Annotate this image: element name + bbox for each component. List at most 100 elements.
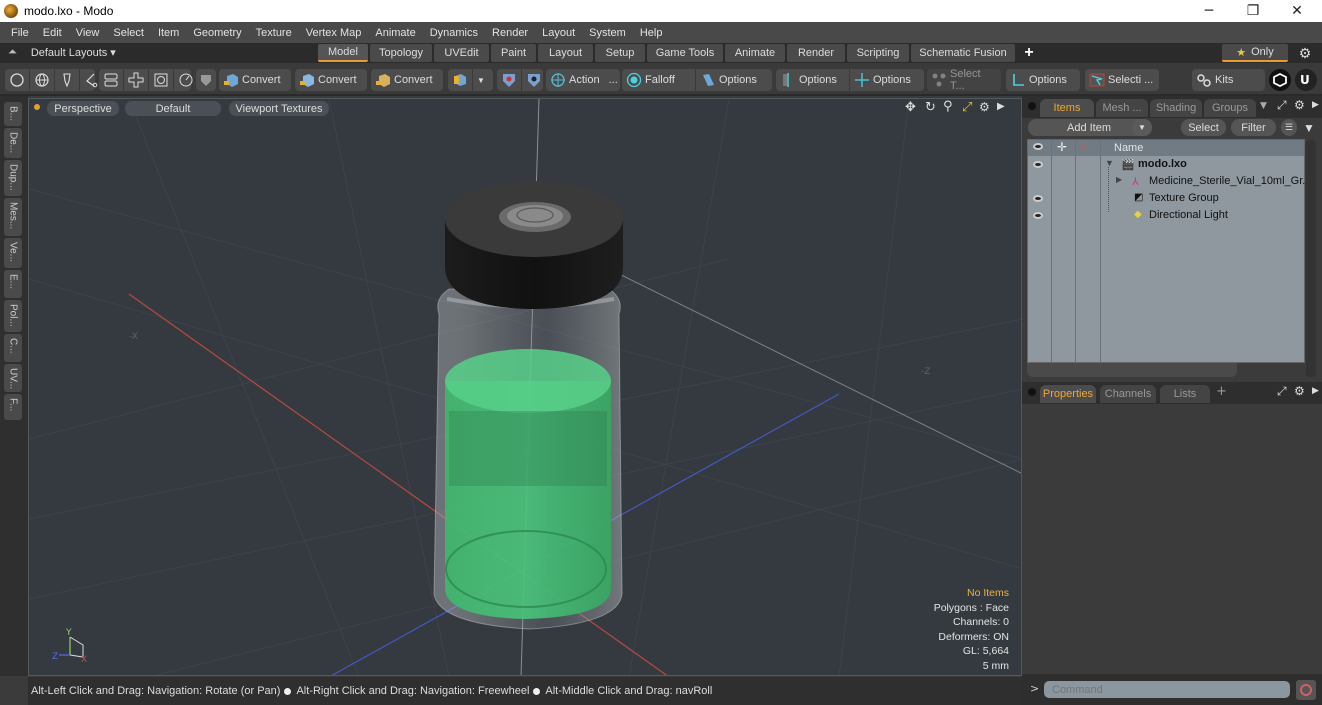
pan-move-icon[interactable]: ✥ [905,100,916,115]
menu-render[interactable]: Render [485,27,535,39]
left-tab-mesh-edit[interactable]: Mes... [4,198,22,236]
pivot-mode-button[interactable] [174,69,198,91]
command-input[interactable] [1044,681,1290,698]
menu-layout[interactable]: Layout [535,27,582,39]
workplane-options-button[interactable]: Options [850,69,915,91]
visibility-eye-icon[interactable] [1033,195,1043,202]
close-button[interactable]: ✕ [1274,0,1320,22]
tab-game-tools[interactable]: Game Tools [647,44,723,62]
tab-mesh[interactable]: Mesh ... [1096,99,1148,117]
left-tab-curve[interactable]: C... [4,334,22,362]
snapping-options-button[interactable]: Options [776,69,850,91]
panel-gear-icon[interactable]: ⚙ [1294,98,1305,112]
selection-sets-button[interactable]: Selecti ... [1085,69,1157,91]
3d-viewport[interactable]: -X -Z Y Z X Perspective Default Viewport… [28,98,1022,676]
left-tab-polygon[interactable]: Pol... [4,300,22,332]
shading-default-button[interactable]: Default [125,101,221,116]
tab-model[interactable]: Model [318,44,368,62]
tab-render[interactable]: Render [787,44,845,62]
menu-vertex-map[interactable]: Vertex Map [299,27,369,39]
restore-button[interactable]: ❐ [1230,0,1276,22]
tab-properties[interactable]: Properties [1040,385,1096,403]
add-layout-tab-button[interactable]: + [1018,44,1040,62]
visibility-eye-icon[interactable] [1033,161,1043,168]
cube-tool-button[interactable] [448,69,473,91]
items-vertical-scrollbar[interactable] [1306,140,1316,377]
tab-setup[interactable]: Setup [595,44,645,62]
tab-topology[interactable]: Topology [370,44,432,62]
tab-scripting[interactable]: Scripting [847,44,909,62]
action-center-button[interactable]: Action... [546,69,622,91]
lock-column-icon[interactable]: ✛ [1057,140,1067,154]
zoom-view-icon[interactable]: ⚲ [943,99,953,114]
menu-help[interactable]: Help [633,27,670,39]
item-row-texture-group[interactable]: ◩ Texture Group [1028,191,1304,208]
falloff-button[interactable]: Falloff [622,69,696,91]
tab-schematic-fusion[interactable]: Schematic Fusion [911,44,1015,62]
rotate-view-icon[interactable]: ↻ [925,100,936,115]
left-tab-uv[interactable]: UV... [4,364,22,392]
tab-groups[interactable]: Groups [1204,99,1256,117]
expand-arrow-icon[interactable]: ▼ [1105,158,1114,168]
left-tab-duplicate[interactable]: Dup... [4,160,22,196]
menu-animate[interactable]: Animate [368,27,422,39]
uv-mode-button[interactable] [124,69,149,91]
panel-maximize-icon[interactable]: ⤢ [1277,98,1287,113]
viewport-expand-arrow-icon[interactable]: ▶ [997,101,1005,112]
panel-arrow-icon[interactable]: ▶ [1312,386,1319,396]
tab-paint[interactable]: Paint [491,44,536,62]
left-tab-deform[interactable]: De... [4,128,22,158]
menu-view[interactable]: View [69,27,107,39]
left-tab-edge[interactable]: E... [4,270,22,298]
maximize-viewport-icon[interactable]: ⤢ [962,100,972,115]
vial-model[interactable] [433,181,623,630]
menu-geometry[interactable]: Geometry [186,27,248,39]
tab-animate[interactable]: Animate [725,44,785,62]
panel-menu-dot-icon[interactable] [1028,102,1036,110]
unreal-button[interactable]: U [1295,69,1317,91]
menu-item[interactable]: Item [151,27,186,39]
left-tab-vertex[interactable]: Ve... [4,238,22,268]
tabs-overflow-arrow-icon[interactable]: ▼ [1260,101,1267,111]
viewport-textures-button[interactable]: Viewport Textures [229,101,329,116]
options-button-4[interactable]: Options [1006,69,1071,91]
vertices-mode-button[interactable] [5,69,30,91]
items-mode-button[interactable] [99,69,124,91]
kits-button[interactable]: Kits [1192,69,1237,91]
polygon-shield-button[interactable] [196,69,216,91]
items-horizontal-scrollbar[interactable] [1027,363,1237,377]
convert-button-1[interactable]: Convert [219,69,285,91]
tab-uvedit[interactable]: UVEdit [434,44,489,62]
panel-maximize-icon[interactable]: ⤢ [1277,384,1287,399]
minimize-button[interactable]: ─ [1186,0,1232,22]
layout-collapse-icon[interactable]: ⏶ [8,46,17,59]
visibility-column-eye-icon[interactable] [1033,143,1043,150]
list-options-icon[interactable]: ☰ [1281,119,1297,136]
menu-file[interactable]: File [4,27,36,39]
item-row-mesh[interactable]: ▶ ⅄ Medicine_Sterile_Vial_10ml_Gr... [1028,174,1311,191]
visibility-eye-icon[interactable] [1033,212,1043,219]
default-layouts-dropdown[interactable]: Default Layouts ▾ [31,46,116,59]
material-mode-button[interactable] [149,69,174,91]
left-tab-basic[interactable]: B... [4,102,22,126]
record-macro-button[interactable] [1296,680,1316,700]
menu-texture[interactable]: Texture [249,27,299,39]
viewport-settings-gear-icon[interactable]: ⚙ [979,100,990,114]
convert-button-2[interactable]: Convert [295,69,361,91]
name-column-header[interactable]: Name [1114,142,1143,154]
only-filter-button[interactable]: ★ Only [1222,44,1288,62]
filter-button[interactable]: Filter [1231,119,1276,136]
panel-gear-icon[interactable]: ⚙ [1294,384,1305,398]
item-row-directional-light[interactable]: ◆ Directional Light [1028,208,1304,225]
menu-system[interactable]: System [582,27,633,39]
panel-arrow-icon[interactable]: ▶ [1312,100,1319,110]
locator-column-icon[interactable]: ⅄ [1080,140,1087,153]
tab-channels[interactable]: Channels [1100,385,1156,403]
filter-funnel-icon[interactable]: ▼ [1301,119,1317,136]
item-row-scene[interactable]: ▼ 🎬 modo.lxo [1028,157,1304,174]
unity-button[interactable] [1269,69,1291,91]
tab-lists[interactable]: Lists [1160,385,1210,403]
tab-items[interactable]: Items [1040,99,1094,117]
add-tab-button[interactable]: + [1216,384,1227,399]
falloff-options-button[interactable]: Options [696,69,761,91]
